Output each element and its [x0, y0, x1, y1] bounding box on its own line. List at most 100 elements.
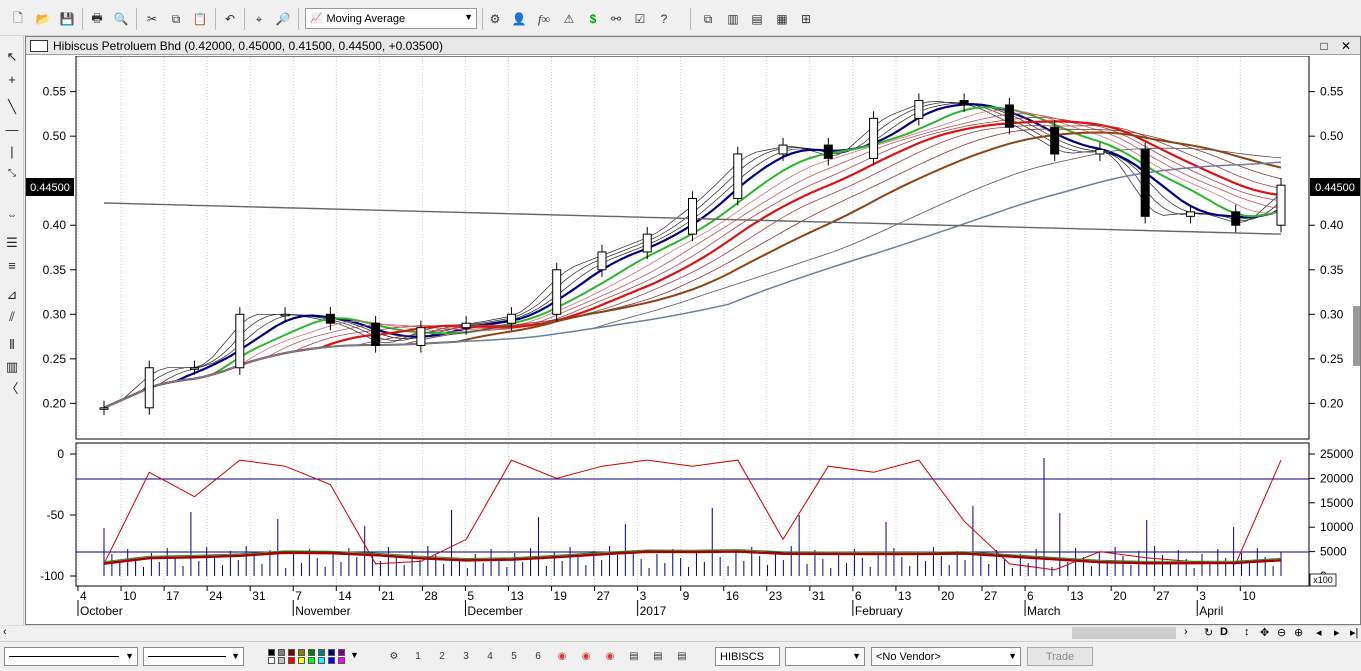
print-icon[interactable]: 🖶: [88, 10, 106, 28]
candle-body: [1004, 104, 1014, 128]
cut-icon[interactable]: ✂: [143, 10, 161, 28]
help-icon[interactable]: ?: [655, 10, 673, 28]
scroll-thumb[interactable]: [1072, 627, 1176, 639]
copy-icon[interactable]: ⧉: [167, 10, 185, 28]
layout-2-icon[interactable]: 2: [434, 648, 450, 664]
vertical-resize-icon[interactable]: ↕: [1244, 626, 1250, 638]
zoom-in-icon[interactable]: ⊕: [1294, 626, 1303, 639]
color-swatch[interactable]: [308, 649, 315, 656]
maximize-icon[interactable]: □: [1316, 38, 1332, 53]
andrews-pitchfork-icon[interactable]: ⫽: [3, 308, 21, 326]
color-swatch[interactable]: [278, 657, 285, 664]
paste-icon[interactable]: 📋: [191, 10, 209, 28]
line-width-select[interactable]: ▼: [143, 647, 244, 666]
fibonacci-icon[interactable]: ≡: [3, 256, 21, 274]
zoom-icon[interactable]: 🔎: [274, 10, 292, 28]
scroll-right-icon[interactable]: ›: [1184, 626, 1188, 638]
color-swatch[interactable]: [328, 657, 335, 664]
crosshair-icon[interactable]: ⌖: [250, 10, 268, 28]
tile-horizontal-icon[interactable]: ▤: [748, 10, 766, 28]
color-swatch[interactable]: [268, 649, 275, 656]
indicator-builder-icon[interactable]: ⚙: [486, 10, 504, 28]
symbol-field[interactable]: HIBISCS: [715, 647, 780, 666]
color-swatch[interactable]: [268, 657, 275, 664]
channel-icon[interactable]: ☰: [3, 234, 21, 252]
zoom-out-icon[interactable]: ⊖: [1277, 626, 1286, 639]
window-a-icon[interactable]: ▤: [626, 648, 642, 664]
move-icon[interactable]: ✥: [1260, 626, 1269, 639]
trade-button[interactable]: Trade: [1027, 647, 1093, 666]
status-bar: ▼ ▼ ▼ ⚙ 1 2 3 4 5 6 ◉ ◉ ◉ ▤ ▤ ▤ HIBISCS …: [0, 641, 1361, 671]
period-daily-button[interactable]: D: [1220, 626, 1228, 638]
arrange-icon[interactable]: ⊞: [797, 10, 815, 28]
user-icon[interactable]: 👤: [510, 10, 528, 28]
browser-icon[interactable]: ◉: [578, 648, 594, 664]
crosshair-tool-icon[interactable]: +: [3, 70, 21, 88]
cascade-icon[interactable]: ⧉: [699, 10, 717, 28]
save-icon[interactable]: 💾: [58, 10, 76, 28]
undo-icon[interactable]: ↶: [221, 10, 239, 28]
color-swatch[interactable]: [328, 649, 335, 656]
layout-4-icon[interactable]: 4: [482, 648, 498, 664]
previous-icon[interactable]: ◂: [1316, 626, 1322, 639]
color-swatch[interactable]: [288, 657, 295, 664]
select-icon[interactable]: ☑: [631, 10, 649, 28]
open-icon[interactable]: 📂: [34, 10, 52, 28]
new-icon[interactable]: 🗋: [9, 10, 27, 28]
arc-icon[interactable]: 〈: [3, 378, 21, 396]
auto-draw-icon[interactable]: ⚙: [386, 648, 402, 664]
next-icon[interactable]: ▸: [1334, 626, 1340, 639]
refresh-icon[interactable]: ↻: [1204, 626, 1213, 639]
color-swatch[interactable]: [308, 657, 315, 664]
color-swatch[interactable]: [288, 649, 295, 656]
zoom-fit-icon[interactable]: ⇔: [3, 206, 21, 224]
date-axis-day: 7: [295, 589, 302, 603]
line-style-select[interactable]: ▼: [4, 647, 138, 666]
color-swatch[interactable]: [318, 649, 325, 656]
price-scale-handle[interactable]: [1353, 306, 1360, 366]
layout-3-icon[interactable]: 3: [458, 648, 474, 664]
candle-body: [371, 322, 381, 346]
layout-6-icon[interactable]: 6: [530, 648, 546, 664]
line-style-preview: [9, 656, 119, 657]
last-bar-icon[interactable]: ▸|: [1350, 626, 1358, 639]
chart-plot-area[interactable]: 0.55 0.50 0.40 0.35 0.30 0.25 0.20 0.55 0.50 0.4…: [26, 56, 1360, 624]
dollar-icon[interactable]: $: [584, 10, 602, 28]
alert-icon[interactable]: ⚠: [560, 10, 578, 28]
date-axis-day: 4: [80, 589, 87, 603]
layout-5-icon[interactable]: 5: [506, 648, 522, 664]
close-icon[interactable]: ✕: [1338, 38, 1354, 53]
pointer-icon[interactable]: ↖: [3, 48, 21, 66]
vendor-select[interactable]: <No Vendor> ▼: [871, 647, 1021, 666]
layout-1-icon[interactable]: 1: [410, 648, 426, 664]
vertical-line-icon[interactable]: |: [3, 142, 21, 160]
print-preview-icon[interactable]: 🔍: [112, 10, 130, 28]
color-swatch[interactable]: [338, 657, 345, 664]
binoculars-icon[interactable]: ⚯: [607, 10, 625, 28]
tile-grid-icon[interactable]: ▦: [773, 10, 791, 28]
candle-body: [506, 313, 516, 324]
exchange-select[interactable]: ▼: [785, 647, 865, 666]
tile-vertical-icon[interactable]: ▥: [724, 10, 742, 28]
trendline-icon[interactable]: ╲: [3, 98, 21, 116]
color-swatch[interactable]: [278, 649, 285, 656]
color-swatch[interactable]: [338, 649, 345, 656]
browser-icon[interactable]: ◉: [602, 648, 618, 664]
palette-dropdown-icon[interactable]: ▼: [350, 650, 359, 660]
cycle-lines-icon[interactable]: ⦀: [3, 336, 21, 354]
chart-scrollbar[interactable]: ‹ › ↻ D ↕ ✥ ⊖ ⊕ ◂ ▸ ▸|: [0, 625, 1361, 639]
scroll-left-icon[interactable]: ‹: [3, 626, 7, 638]
browser-icon[interactable]: ◉: [554, 648, 570, 664]
indicator-select[interactable]: 📈 Moving Average ▼: [305, 8, 477, 29]
window-c-icon[interactable]: ▤: [674, 648, 690, 664]
color-palette[interactable]: [268, 649, 348, 665]
gann-fan-icon[interactable]: ⊿: [3, 286, 21, 304]
window-b-icon[interactable]: ▤: [650, 648, 666, 664]
color-swatch[interactable]: [318, 657, 325, 664]
speed-line-icon[interactable]: ⤡: [3, 164, 21, 182]
color-swatch[interactable]: [298, 649, 305, 656]
color-swatch[interactable]: [298, 657, 305, 664]
fibonacci-time-icon[interactable]: ▥: [3, 358, 21, 376]
function-icon[interactable]: f∞: [535, 10, 553, 28]
horizontal-line-icon[interactable]: —: [3, 120, 21, 138]
